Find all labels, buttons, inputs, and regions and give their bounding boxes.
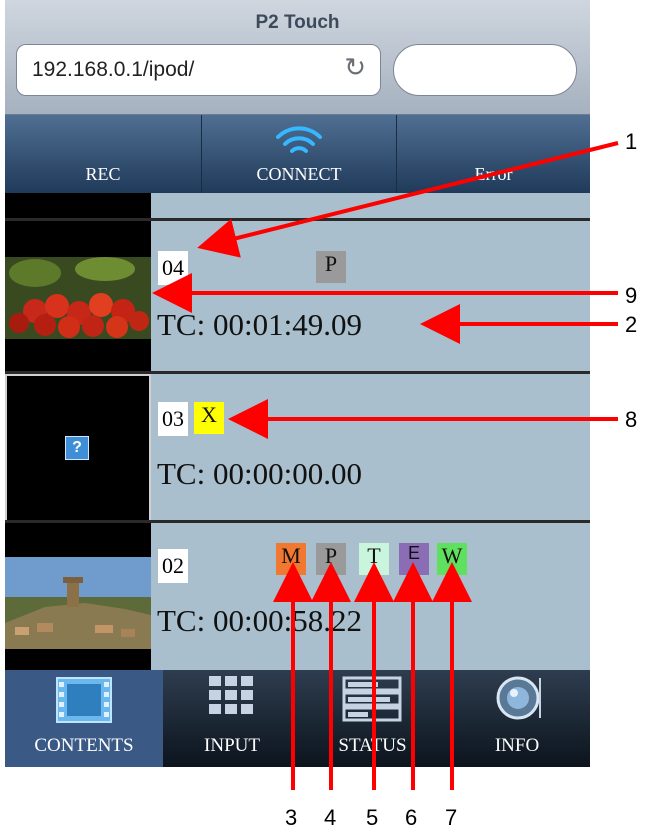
annotation-label: 8 [625,407,638,432]
annotation-label: 2 [625,312,638,337]
annotation-label: 3 [285,805,298,830]
annotation-label: 5 [366,805,379,830]
annotation-label: 6 [405,805,418,830]
annotation-label: 9 [625,283,638,308]
annotation-arrows [152,141,619,790]
annotation-label: 1 [625,129,638,154]
annotation-label: 4 [324,805,337,830]
arrow-1 [197,141,619,258]
annotation-label: 7 [445,805,458,830]
